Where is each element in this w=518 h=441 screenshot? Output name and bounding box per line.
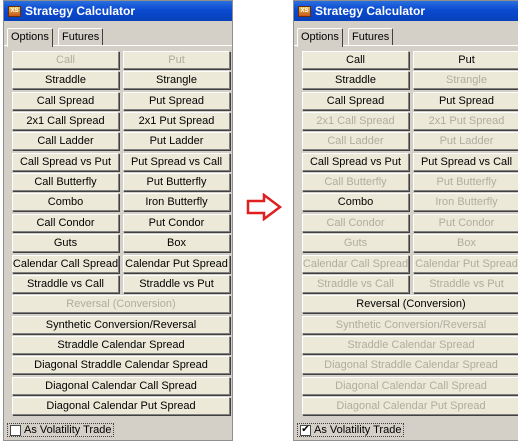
strategy-calculator-before: XS Strategy Calculator Options Futures C… (3, 0, 233, 441)
volatility-trade-checkbox[interactable]: As Volatility Trade (7, 423, 115, 437)
right-arrow-icon (246, 193, 282, 221)
call-spread-button[interactable]: Call Spread (12, 92, 119, 110)
put-condor-button[interactable]: Put Condor (413, 214, 518, 232)
put-ladder-button[interactable]: Put Ladder (123, 132, 230, 150)
put-spread-button[interactable]: Put Spread (413, 92, 518, 110)
guts-button[interactable]: Guts (302, 234, 409, 252)
tab-futures[interactable]: Futures (58, 28, 104, 46)
calendar-call-spread-button[interactable]: Calendar Call Spread (302, 255, 409, 273)
put-spread-vs-call-button[interactable]: Put Spread vs Call (123, 153, 230, 171)
call-condor-button[interactable]: Call Condor (12, 214, 119, 232)
app-icon: XS (8, 5, 21, 17)
tab-strip: Options Futures (294, 24, 518, 47)
straddle-calendar-spread-button[interactable]: Straddle Calendar Spread (12, 336, 230, 354)
checkbox-label: As Volatility Trade (314, 424, 402, 436)
diagonal-calendar-call-spread-button[interactable]: Diagonal Calendar Call Spread (12, 377, 230, 395)
checkmark-icon[interactable]: ✔ (300, 424, 311, 436)
box-button[interactable]: Box (123, 234, 230, 252)
combo-button[interactable]: Combo (12, 193, 119, 211)
calendar-call-spread-button[interactable]: Calendar Call Spread (12, 255, 119, 273)
guts-button[interactable]: Guts (12, 234, 119, 252)
combo-button[interactable]: Combo (302, 193, 409, 211)
put-ladder-button[interactable]: Put Ladder (413, 132, 518, 150)
strangle-button[interactable]: Strangle (413, 71, 518, 89)
strangle-button[interactable]: Strangle (123, 71, 230, 89)
tab-futures[interactable]: Futures (348, 28, 394, 46)
diagonal-straddle-calendar-spread-button[interactable]: Diagonal Straddle Calendar Spread (302, 356, 518, 374)
straddle-button[interactable]: Straddle (302, 71, 409, 89)
checkbox-box[interactable] (10, 424, 21, 436)
call-button[interactable]: Call (302, 51, 409, 69)
diagonal-straddle-calendar-spread-button[interactable]: Diagonal Straddle Calendar Spread (12, 356, 230, 374)
tab-strip: Options Futures (4, 24, 232, 47)
tab-options[interactable]: Options (7, 28, 53, 47)
app-icon: XS (298, 5, 311, 17)
call-spread-vs-put-button[interactable]: Call Spread vs Put (12, 153, 119, 171)
reversal-conversion-button[interactable]: Reversal (Conversion) (302, 295, 518, 313)
call-button[interactable]: Call (12, 51, 119, 69)
2x1-put-spread-button[interactable]: 2x1 Put Spread (123, 112, 230, 130)
call-spread-vs-put-button[interactable]: Call Spread vs Put (302, 153, 409, 171)
call-ladder-button[interactable]: Call Ladder (302, 132, 409, 150)
volatility-trade-checkbox[interactable]: ✔ As Volatility Trade (297, 423, 405, 437)
call-butterfly-button[interactable]: Call Butterfly (12, 173, 119, 191)
reversal-conversion-button[interactable]: Reversal (Conversion) (12, 295, 230, 313)
straddle-calendar-spread-button[interactable]: Straddle Calendar Spread (302, 336, 518, 354)
checkbox-label: As Volatility Trade (24, 424, 112, 436)
straddle-vs-call-button[interactable]: Straddle vs Call (12, 275, 119, 293)
iron-butterfly-button[interactable]: Iron Butterfly (123, 193, 230, 211)
diagonal-calendar-call-spread-button[interactable]: Diagonal Calendar Call Spread (302, 377, 518, 395)
put-spread-vs-call-button[interactable]: Put Spread vs Call (413, 153, 518, 171)
tab-options[interactable]: Options (297, 28, 343, 47)
put-spread-button[interactable]: Put Spread (123, 92, 230, 110)
put-button[interactable]: Put (123, 51, 230, 69)
straddle-vs-put-button[interactable]: Straddle vs Put (123, 275, 230, 293)
put-condor-button[interactable]: Put Condor (123, 214, 230, 232)
synthetic-conversion-reversal-button[interactable]: Synthetic Conversion/Reversal (302, 316, 518, 334)
title-bar: XS Strategy Calculator (4, 1, 232, 21)
diagonal-calendar-put-spread-button[interactable]: Diagonal Calendar Put Spread (12, 397, 230, 415)
put-butterfly-button[interactable]: Put Butterfly (413, 173, 518, 191)
window-title: Strategy Calculator (315, 4, 426, 18)
put-button[interactable]: Put (413, 51, 518, 69)
straddle-vs-call-button[interactable]: Straddle vs Call (302, 275, 409, 293)
straddle-vs-put-button[interactable]: Straddle vs Put (413, 275, 518, 293)
call-butterfly-button[interactable]: Call Butterfly (302, 173, 409, 191)
title-bar: XS Strategy Calculator (294, 1, 518, 21)
window-title: Strategy Calculator (25, 4, 136, 18)
put-butterfly-button[interactable]: Put Butterfly (123, 173, 230, 191)
2x1-call-spread-button[interactable]: 2x1 Call Spread (302, 112, 409, 130)
strategy-calculator-after: XS Strategy Calculator Options Futures C… (293, 0, 518, 441)
2x1-call-spread-button[interactable]: 2x1 Call Spread (12, 112, 119, 130)
synthetic-conversion-reversal-button[interactable]: Synthetic Conversion/Reversal (12, 316, 230, 334)
call-spread-button[interactable]: Call Spread (302, 92, 409, 110)
2x1-put-spread-button[interactable]: 2x1 Put Spread (413, 112, 518, 130)
calendar-put-spread-button[interactable]: Calendar Put Spread (123, 255, 230, 273)
call-ladder-button[interactable]: Call Ladder (12, 132, 119, 150)
call-condor-button[interactable]: Call Condor (302, 214, 409, 232)
diagonal-calendar-put-spread-button[interactable]: Diagonal Calendar Put Spread (302, 397, 518, 415)
iron-butterfly-button[interactable]: Iron Butterfly (413, 193, 518, 211)
box-button[interactable]: Box (413, 234, 518, 252)
calendar-put-spread-button[interactable]: Calendar Put Spread (413, 255, 518, 273)
straddle-button[interactable]: Straddle (12, 71, 119, 89)
